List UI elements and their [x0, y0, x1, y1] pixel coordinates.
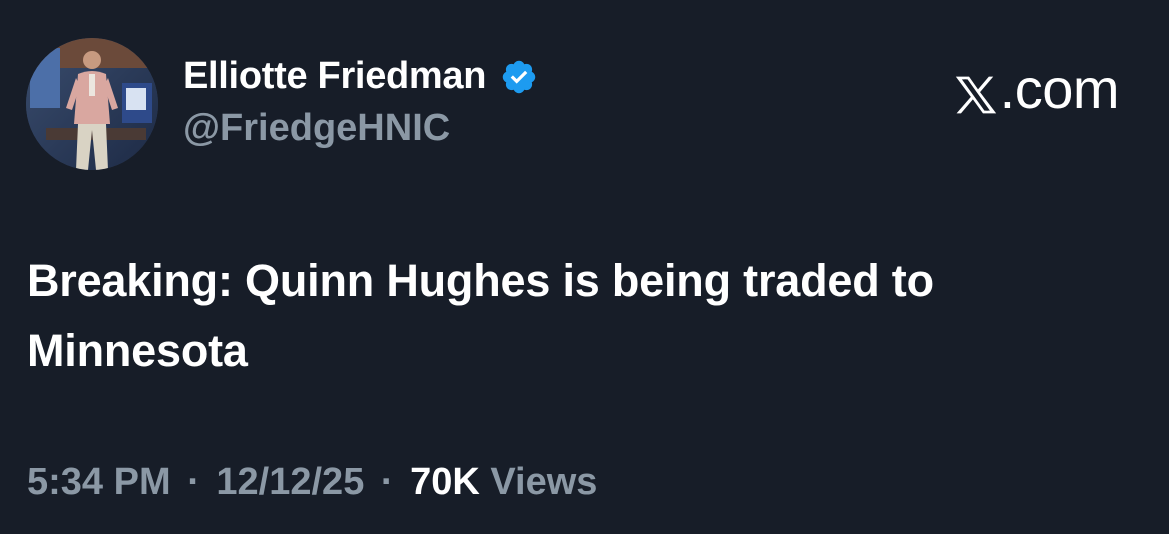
tweet-meta: 5:34 PM · 12/12/25 · 70K Views	[27, 461, 597, 504]
tweet-time[interactable]: 5:34 PM	[27, 461, 171, 503]
author-name-text: Elliotte Friedman	[183, 55, 487, 97]
author-handle[interactable]: @FriedgeHNIC	[183, 107, 450, 150]
verified-badge-icon	[500, 58, 538, 96]
views-count[interactable]: 70K	[410, 461, 480, 503]
avatar[interactable]	[26, 38, 158, 170]
avatar-photo	[26, 38, 158, 170]
author-display-name[interactable]: Elliotte Friedman	[183, 55, 538, 98]
meta-separator: ·	[187, 461, 200, 503]
views-label: Views	[490, 461, 598, 503]
x-logo-icon	[954, 66, 998, 113]
tweet-body: Breaking: Quinn Hughes is being traded t…	[27, 255, 934, 376]
tweet-date[interactable]: 12/12/25	[216, 461, 364, 503]
tweet-card: Elliotte Friedman @FriedgeHNIC .com Brea…	[0, 0, 1169, 534]
brand-watermark: .com	[954, 56, 1120, 121]
brand-domain-text: .com	[999, 57, 1120, 120]
meta-separator: ·	[380, 461, 394, 503]
